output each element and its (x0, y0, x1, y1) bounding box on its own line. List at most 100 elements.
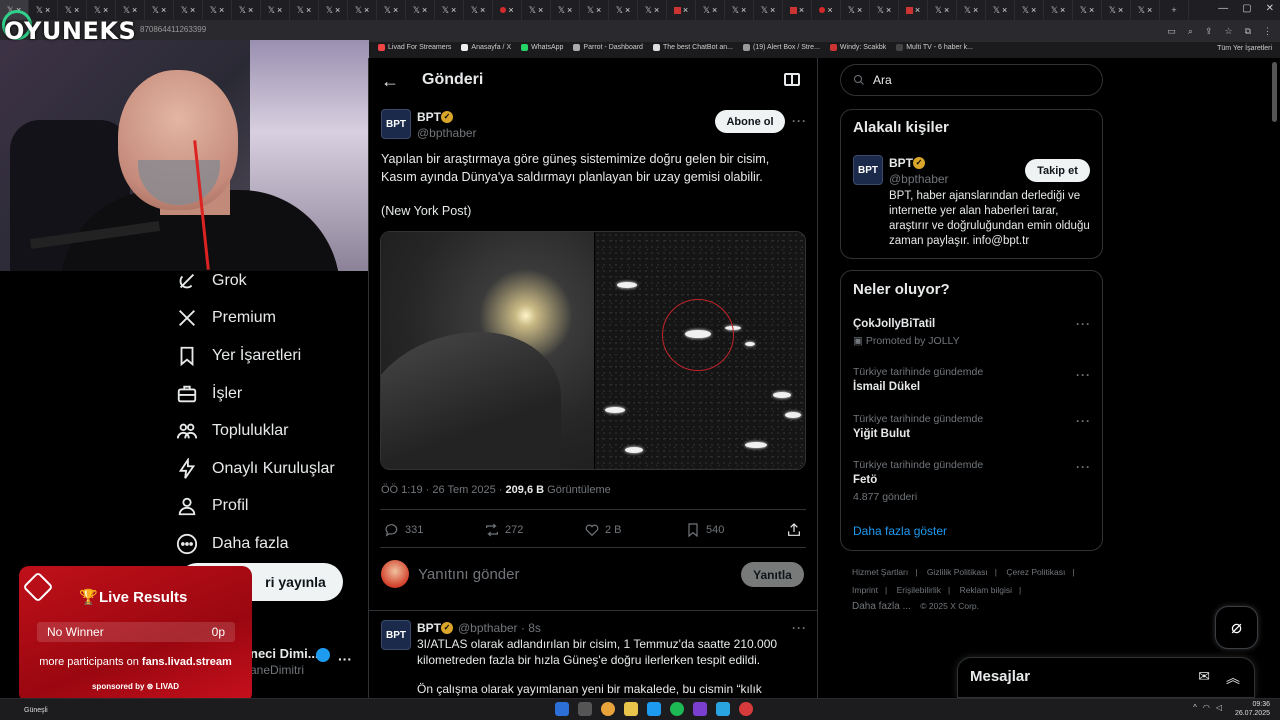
close-tab-icon[interactable]: × (103, 5, 108, 15)
browser-tab[interactable]: 𝕏 × (203, 0, 232, 20)
author-name[interactable]: BPT (417, 621, 441, 635)
browser-tab[interactable]: 𝕏 × (870, 0, 899, 20)
browser-tab[interactable]: 𝕏 × (696, 0, 725, 20)
browser-tab[interactable]: 𝕏 × (348, 0, 377, 20)
back-arrow-icon[interactable]: ← (381, 71, 399, 92)
close-tab-icon[interactable]: × (886, 5, 891, 15)
footer-link[interactable]: Gizlilik Politikası (927, 567, 988, 577)
browser-tab[interactable]: × (812, 0, 841, 20)
browser-tab[interactable]: 𝕏 × (522, 0, 551, 20)
footer-link[interactable]: Daha fazla ... (852, 601, 911, 612)
close-tab-icon[interactable]: × (596, 5, 601, 15)
footer-link[interactable]: Çerez Politikası (1006, 567, 1065, 577)
footer-link[interactable]: Hizmet Şartları (852, 567, 908, 577)
footer-link[interactable]: Imprint (852, 585, 878, 595)
browser-tab[interactable]: 𝕏 × (1102, 0, 1131, 20)
spotify-icon[interactable] (670, 702, 684, 716)
star-icon[interactable]: ☆ (1224, 26, 1232, 37)
close-tab-icon[interactable]: × (190, 5, 195, 15)
close-tab-icon[interactable]: × (1031, 5, 1036, 15)
post-time[interactable]: ÖÖ 1:19 · 26 Tem 2025 · (381, 484, 502, 496)
subscribe-button[interactable]: Abone ol (715, 110, 785, 133)
browser-tab[interactable]: 𝕏 × (841, 0, 870, 20)
folder-icon[interactable] (624, 702, 638, 716)
bookmark-item[interactable]: Livad For Streamers (378, 44, 451, 51)
account-handle[interactable]: aneDimitri (250, 663, 304, 677)
trend-more-icon[interactable]: ··· (1076, 317, 1091, 331)
close-tab-icon[interactable]: × (277, 5, 282, 15)
close-tab-icon[interactable]: × (364, 5, 369, 15)
close-tab-icon[interactable]: × (1147, 5, 1152, 15)
bookmark-item[interactable]: WhatsApp (521, 44, 563, 51)
close-tab-icon[interactable]: × (508, 5, 513, 15)
browser-tab[interactable]: 𝕏 × (638, 0, 667, 20)
close-tab-icon[interactable]: × (132, 5, 137, 15)
browser-tab[interactable]: 𝕏 × (290, 0, 319, 20)
close-tab-icon[interactable]: × (944, 5, 949, 15)
close-tab-icon[interactable]: × (248, 5, 253, 15)
author-avatar[interactable]: BPT (381, 620, 411, 650)
chrome-icon[interactable] (601, 702, 615, 716)
trend-more-icon[interactable]: ··· (1076, 414, 1091, 428)
telegram-icon[interactable] (716, 702, 730, 716)
related-handle[interactable]: @bpthaber (889, 172, 949, 186)
close-tab-icon[interactable]: × (306, 5, 311, 15)
close-tab-icon[interactable]: × (1002, 5, 1007, 15)
close-tab-icon[interactable]: × (538, 5, 543, 15)
window-controls[interactable]: — ▢ ✕ (1218, 3, 1274, 14)
close-tab-icon[interactable]: × (1089, 5, 1094, 15)
wifi-icon[interactable]: ◠ (1203, 703, 1210, 712)
nav-item-communities[interactable]: Topluluklar (170, 412, 370, 450)
close-tab-icon[interactable]: × (480, 5, 485, 15)
reply-button[interactable]: Yanıtla (741, 562, 804, 587)
related-name[interactable]: BPT (889, 156, 913, 170)
author-handle-time[interactable]: @bpthaber · 8s (458, 621, 541, 635)
footer-link[interactable]: Reklam bilgisi (960, 585, 1012, 595)
close-tab-icon[interactable]: × (567, 5, 572, 15)
bookmark-action[interactable]: 540 (685, 522, 724, 538)
minimize-icon[interactable]: — (1218, 3, 1228, 14)
like-action[interactable]: 2 B (584, 522, 622, 538)
bookmark-item[interactable]: (19) Alert Box / Stre... (743, 44, 820, 51)
close-tab-icon[interactable]: × (74, 5, 79, 15)
trend-more-icon[interactable]: ··· (1076, 368, 1091, 382)
browser-tab[interactable]: × (899, 0, 928, 20)
close-tab-icon[interactable]: × (161, 5, 166, 15)
search-taskbar-icon[interactable] (578, 702, 592, 716)
all-bookmarks-link[interactable]: Tüm Yer İşaretleri (1217, 45, 1272, 52)
scrollbar[interactable] (1272, 62, 1277, 122)
close-tab-icon[interactable]: × (451, 5, 456, 15)
bookmark-item[interactable]: Parrot - Dashboard (573, 44, 643, 51)
reader-mode-icon[interactable] (784, 73, 800, 86)
browser-tab[interactable]: 𝕏 × (551, 0, 580, 20)
new-message-icon[interactable]: ✉ (1198, 668, 1210, 688)
browser-tab[interactable]: 𝕏 × (435, 0, 464, 20)
nav-item-premium[interactable]: Premium (170, 300, 370, 338)
browser-tab[interactable]: 𝕏 × (609, 0, 638, 20)
close-tab-icon[interactable]: × (741, 5, 746, 15)
close-tab-icon[interactable]: × (654, 5, 659, 15)
close-tab-icon[interactable]: × (45, 5, 50, 15)
obs-icon[interactable] (739, 702, 753, 716)
close-tab-icon[interactable]: × (857, 5, 862, 15)
follow-button[interactable]: Takip et (1025, 159, 1090, 182)
edge-icon[interactable] (647, 702, 661, 716)
nav-item-more[interactable]: Daha fazla (170, 525, 370, 563)
browser-tab[interactable]: 𝕏 × (725, 0, 754, 20)
cast-icon[interactable]: ▭ (1167, 26, 1176, 37)
new-tab-icon[interactable]: + (1160, 0, 1189, 20)
browser-tab[interactable]: 𝕏 × (174, 0, 203, 20)
post-image[interactable] (380, 231, 806, 470)
repost-action[interactable]: 272 (484, 522, 523, 538)
browser-tab[interactable]: 𝕏 × (232, 0, 261, 20)
author-handle[interactable]: @bpthaber (417, 126, 477, 140)
bookmark-item[interactable]: Multi TV - 6 haber k... (896, 44, 973, 51)
post-more-icon[interactable]: ··· (792, 621, 807, 635)
browser-tab[interactable]: 𝕏 × (986, 0, 1015, 20)
close-tab-icon[interactable]: × (219, 5, 224, 15)
grok-button[interactable]: ⌀ (1215, 606, 1258, 649)
reply-action[interactable]: 331 (384, 522, 423, 538)
share-action[interactable] (786, 522, 802, 538)
bookmark-item[interactable]: Anasayfa / X (461, 44, 511, 51)
clock[interactable]: 09:36 26.07.2025 (1235, 700, 1270, 718)
